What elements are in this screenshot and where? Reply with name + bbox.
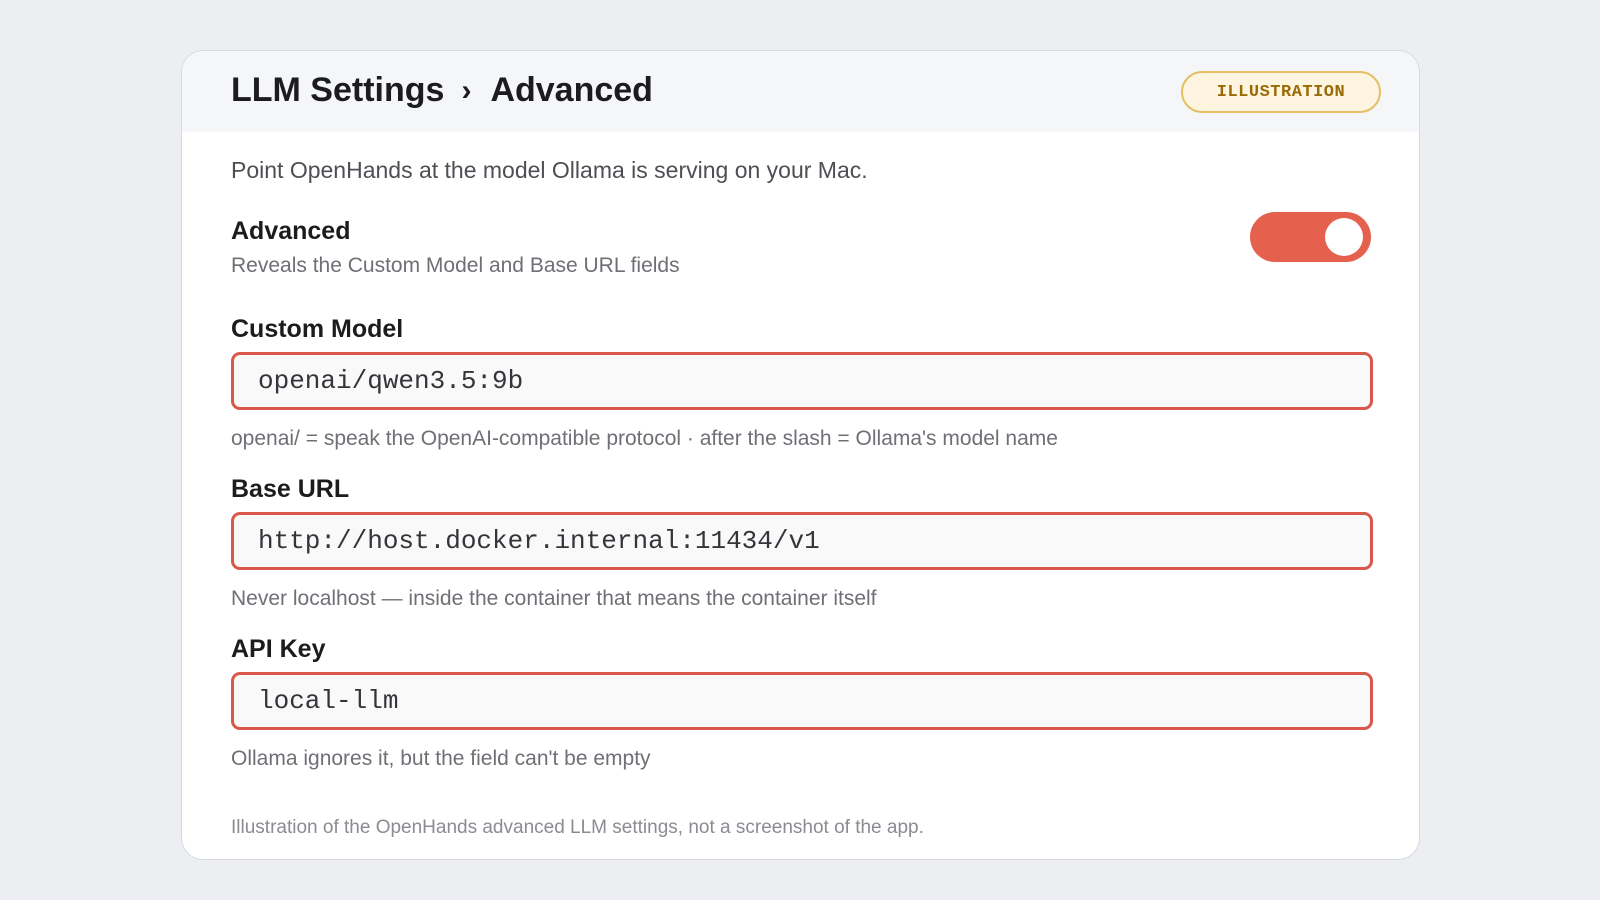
toggle-knob xyxy=(1325,218,1363,256)
illustration-badge: ILLUSTRATION xyxy=(1181,71,1381,113)
base-url-input[interactable] xyxy=(231,512,1373,570)
base-url-label: Base URL xyxy=(231,475,350,503)
settings-card: LLM Settings › Advanced ILLUSTRATION Poi… xyxy=(181,50,1420,860)
advanced-toggle-description: Reveals the Custom Model and Base URL fi… xyxy=(231,254,680,277)
breadcrumb-item-advanced: Advanced xyxy=(490,71,653,109)
api-key-label: API Key xyxy=(231,635,326,663)
breadcrumb-item-llm-settings[interactable]: LLM Settings xyxy=(231,71,444,110)
advanced-toggle[interactable] xyxy=(1250,212,1371,262)
intro-text: Point OpenHands at the model Ollama is s… xyxy=(231,157,868,183)
breadcrumb: LLM Settings › Advanced xyxy=(231,71,653,110)
custom-model-label: Custom Model xyxy=(231,315,404,343)
footnote: Illustration of the OpenHands advanced L… xyxy=(231,817,924,838)
custom-model-hint: openai/ = speak the OpenAI-compatible pr… xyxy=(231,427,1058,450)
custom-model-input[interactable] xyxy=(231,352,1373,410)
card-header: LLM Settings › Advanced ILLUSTRATION xyxy=(182,51,1419,132)
api-key-input[interactable] xyxy=(231,672,1373,730)
breadcrumb-separator-icon: › xyxy=(461,73,472,107)
base-url-hint: Never localhost — inside the container t… xyxy=(231,587,877,610)
advanced-toggle-title: Advanced xyxy=(231,217,351,245)
api-key-hint: Ollama ignores it, but the field can't b… xyxy=(231,747,651,770)
